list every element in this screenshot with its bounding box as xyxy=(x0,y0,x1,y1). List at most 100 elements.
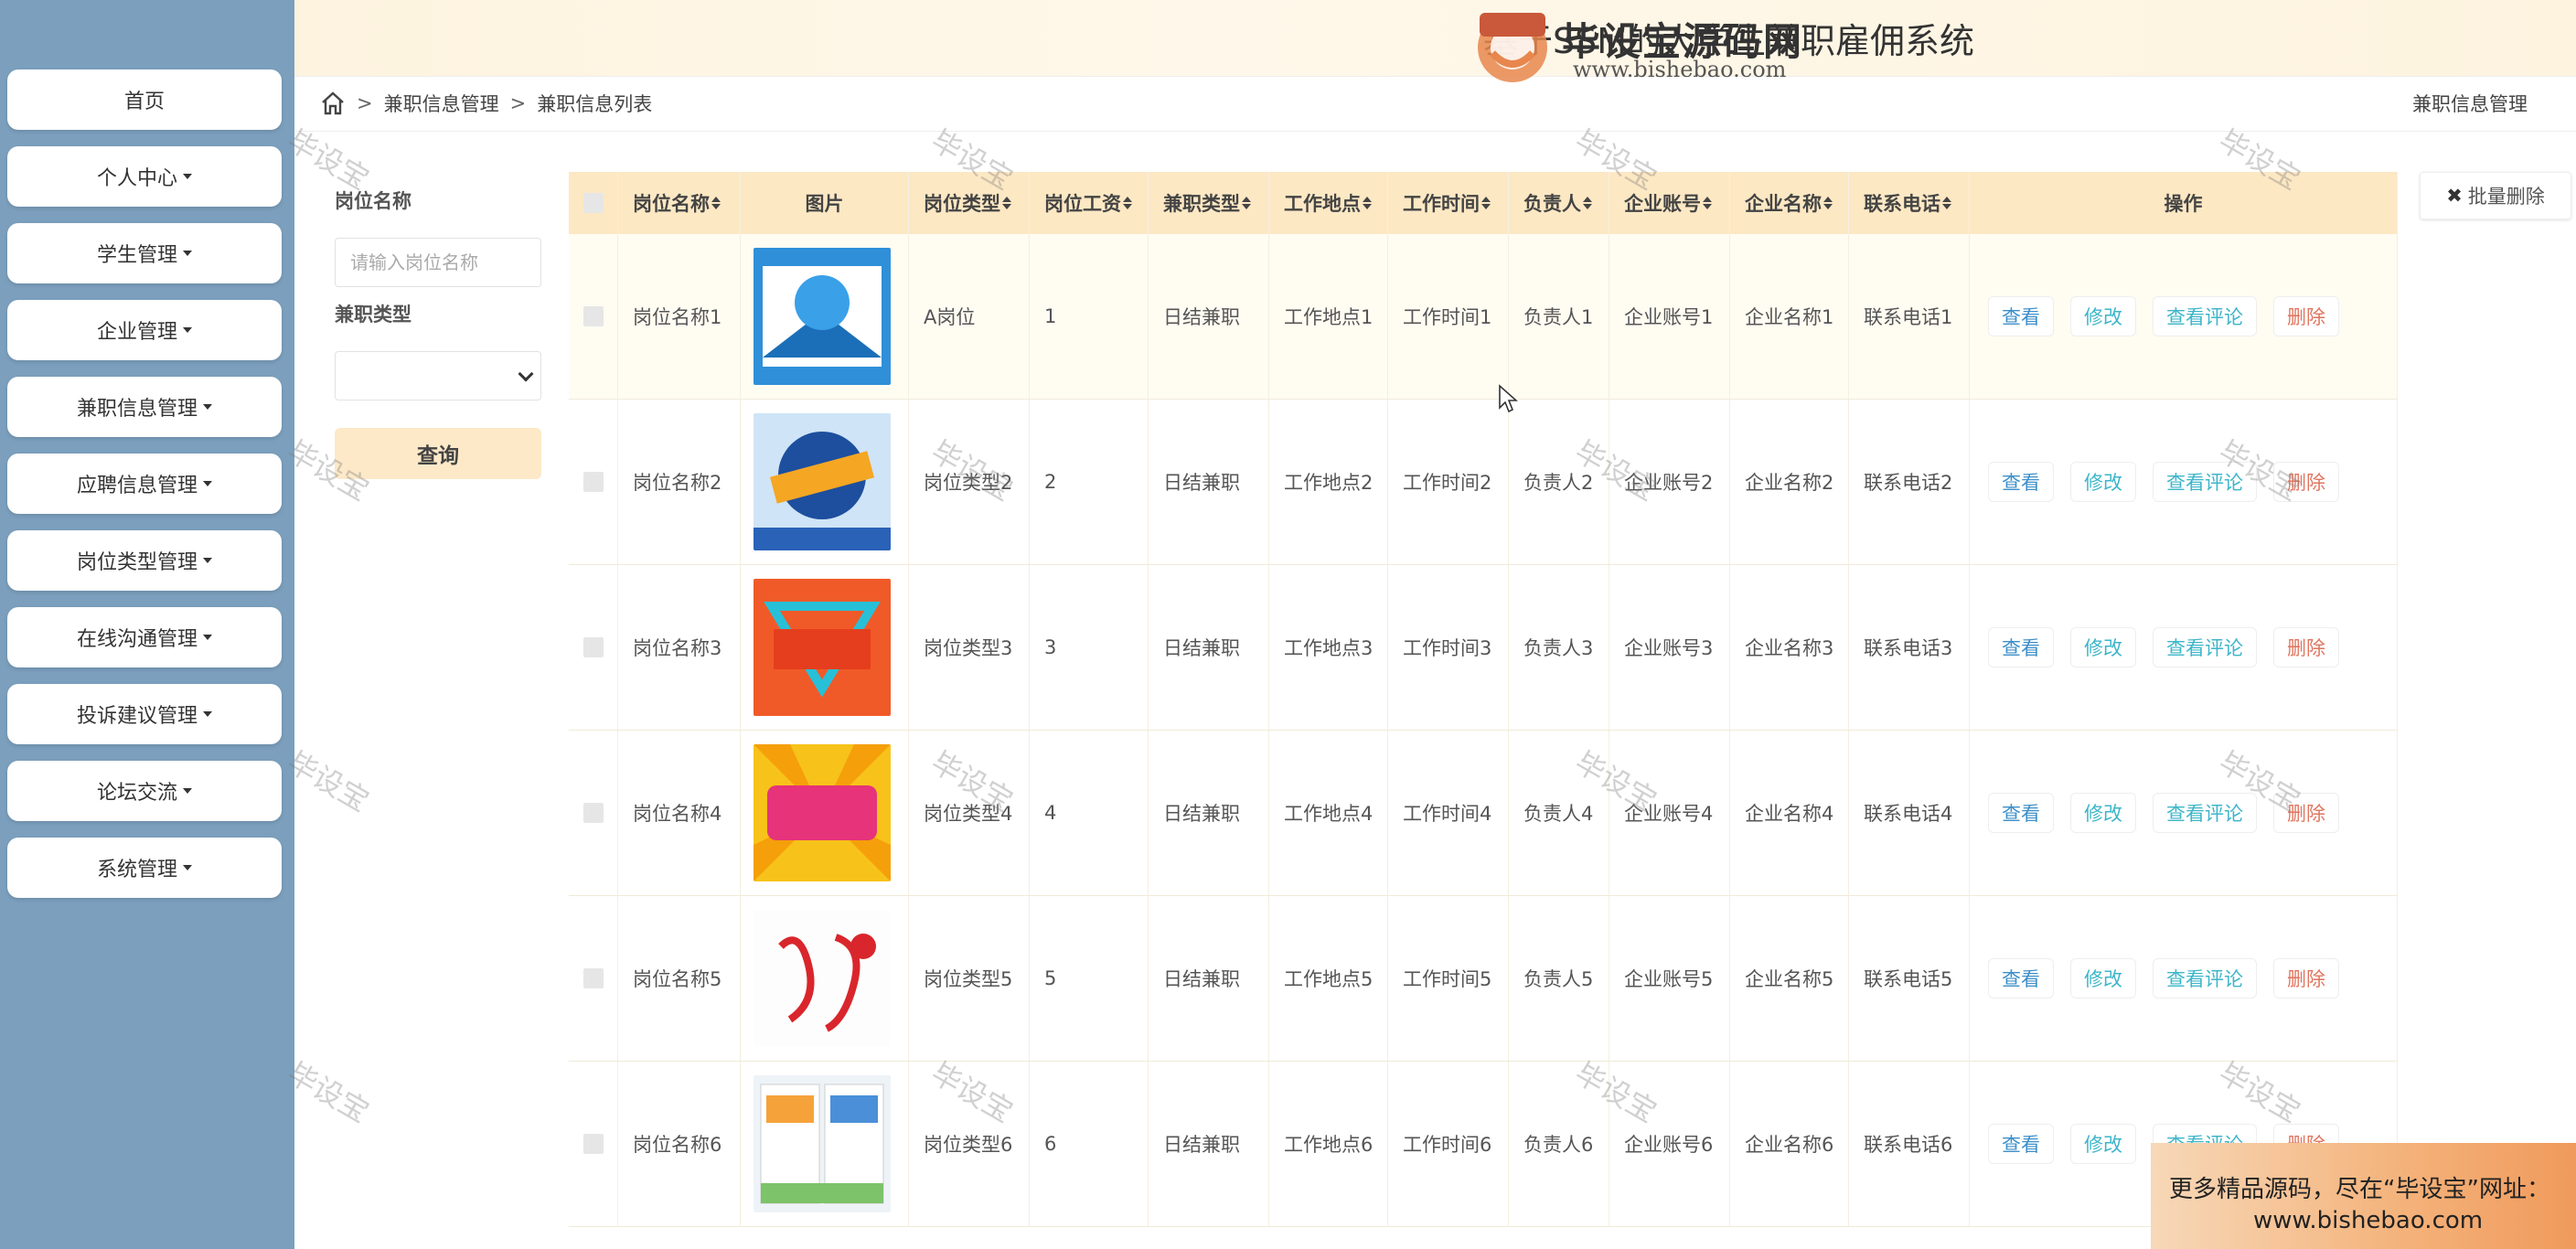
view-button[interactable]: 查看 xyxy=(1988,1124,2054,1164)
row-checkbox[interactable] xyxy=(583,968,604,988)
sort-icon[interactable] xyxy=(1363,197,1372,209)
home-icon[interactable] xyxy=(320,91,346,116)
position-name-input[interactable] xyxy=(335,238,541,287)
view-button[interactable]: 查看 xyxy=(1988,793,2054,833)
delete-button[interactable]: 删除 xyxy=(2273,627,2339,667)
sort-icon[interactable] xyxy=(1123,197,1132,209)
caret-down-icon xyxy=(203,711,212,717)
sidebar-item-10[interactable]: 系统管理 xyxy=(7,838,282,898)
view-comments-button[interactable]: 查看评论 xyxy=(2153,958,2257,998)
cell-type: 岗位类型3 xyxy=(909,565,1030,730)
sidebar-item-8[interactable]: 投诉建议管理 xyxy=(7,684,282,744)
sidebar-item-6[interactable]: 岗位类型管理 xyxy=(7,530,282,591)
row-checkbox[interactable] xyxy=(583,803,604,823)
column-header[interactable]: 负责人 xyxy=(1509,172,1609,234)
caret-down-icon xyxy=(203,635,212,640)
cell-image xyxy=(741,565,909,730)
cell-value: 工作时间3 xyxy=(1403,637,1492,659)
job-type-select[interactable] xyxy=(335,351,541,400)
column-header[interactable]: 企业账号 xyxy=(1609,172,1730,234)
sort-icon[interactable] xyxy=(1583,197,1592,209)
view-comments-button[interactable]: 查看评论 xyxy=(2153,296,2257,336)
edit-button[interactable]: 修改 xyxy=(2070,1124,2136,1164)
view-button[interactable]: 查看 xyxy=(1988,296,2054,336)
sidebar-item-4[interactable]: 兼职信息管理 xyxy=(7,377,282,437)
cell-value: 3 xyxy=(1044,636,1057,658)
cell-location: 工作地点4 xyxy=(1269,731,1388,895)
query-button[interactable]: 查询 xyxy=(335,428,541,479)
sort-icon[interactable] xyxy=(1942,197,1951,209)
table-row: 岗位名称2 岗位类型2 2 日结兼职 工作地点2 工作时间2 负责人2 企业账号2 企业名称2 联… xyxy=(569,400,2398,565)
select-all-checkbox[interactable] xyxy=(583,193,604,213)
sort-icon[interactable] xyxy=(1242,197,1251,209)
breadcrumb-item-manage[interactable]: 兼职信息管理 xyxy=(384,90,499,117)
cell-job-type: 日结兼职 xyxy=(1149,400,1269,564)
column-header[interactable]: 联系电话 xyxy=(1849,172,1970,234)
delete-button[interactable]: 删除 xyxy=(2273,958,2339,998)
cell-owner: 负责人4 xyxy=(1509,731,1609,895)
column-header[interactable]: 岗位名称 xyxy=(618,172,741,234)
cell-value: 企业名称5 xyxy=(1745,968,1834,990)
batch-delete-button[interactable]: ✖ 批量删除 xyxy=(2420,172,2571,219)
cell-value: 5 xyxy=(1044,967,1057,989)
view-button[interactable]: 查看 xyxy=(1988,958,2054,998)
job-image[interactable] xyxy=(754,1075,891,1212)
sidebar-item-2[interactable]: 学生管理 xyxy=(7,223,282,283)
logo-url: www.bishebao.com xyxy=(1573,57,1787,82)
sort-icon[interactable] xyxy=(711,197,721,209)
job-image[interactable] xyxy=(754,248,891,385)
row-checkbox[interactable] xyxy=(583,1134,604,1154)
promo-banner[interactable]: 更多精品源码，尽在“毕设宝”网址： www.bishebao.com xyxy=(2151,1143,2576,1249)
row-checkbox[interactable] xyxy=(583,306,604,326)
sort-icon[interactable] xyxy=(1823,197,1833,209)
view-comments-button[interactable]: 查看评论 xyxy=(2153,793,2257,833)
sort-icon[interactable] xyxy=(1703,197,1712,209)
cell-owner: 负责人2 xyxy=(1509,400,1609,564)
delete-button[interactable]: 删除 xyxy=(2273,793,2339,833)
edit-button[interactable]: 修改 xyxy=(2070,462,2136,502)
column-header[interactable]: 企业名称 xyxy=(1730,172,1849,234)
view-comments-button[interactable]: 查看评论 xyxy=(2153,462,2257,502)
cell-owner: 负责人1 xyxy=(1509,234,1609,399)
column-header[interactable]: 工作时间 xyxy=(1388,172,1509,234)
sidebar-item-3[interactable]: 企业管理 xyxy=(7,300,282,360)
sidebar-item-1[interactable]: 个人中心 xyxy=(7,146,282,207)
sidebar-item-9[interactable]: 论坛交流 xyxy=(7,761,282,821)
sidebar-item-7[interactable]: 在线沟通管理 xyxy=(7,607,282,667)
sort-icon[interactable] xyxy=(1002,197,1011,209)
breadcrumb-separator: > xyxy=(509,92,527,114)
column-header[interactable]: 工作地点 xyxy=(1269,172,1388,234)
promo-line-1: 更多精品源码，尽在“毕设宝”网址： xyxy=(2169,1176,2550,1203)
column-header[interactable]: 岗位类型 xyxy=(909,172,1030,234)
edit-button[interactable]: 修改 xyxy=(2070,296,2136,336)
cell-phone: 联系电话2 xyxy=(1849,400,1970,564)
edit-button[interactable]: 修改 xyxy=(2070,958,2136,998)
delete-button[interactable]: 删除 xyxy=(2273,296,2339,336)
job-image[interactable] xyxy=(754,910,891,1047)
type-label: 兼职类型 xyxy=(335,304,412,326)
sidebar-item-label: 个人中心 xyxy=(96,167,177,190)
sidebar-item-5[interactable]: 应聘信息管理 xyxy=(7,454,282,514)
job-image[interactable] xyxy=(754,579,891,716)
column-header-label: 负责人 xyxy=(1523,193,1581,215)
divider xyxy=(294,131,2576,132)
job-image[interactable] xyxy=(754,744,891,881)
job-image[interactable] xyxy=(754,413,891,550)
column-header[interactable]: 岗位工资 xyxy=(1030,172,1149,234)
delete-button[interactable]: 删除 xyxy=(2273,462,2339,502)
cell-value: 企业账号6 xyxy=(1624,1134,1714,1156)
sort-icon[interactable] xyxy=(1481,197,1491,209)
view-button[interactable]: 查看 xyxy=(1988,462,2054,502)
sidebar-item-0[interactable]: 首页 xyxy=(7,69,282,130)
cell-account: 企业账号1 xyxy=(1609,234,1730,399)
column-header[interactable]: 兼职类型 xyxy=(1149,172,1269,234)
edit-button[interactable]: 修改 xyxy=(2070,627,2136,667)
view-button[interactable]: 查看 xyxy=(1988,627,2054,667)
cell-value: 企业名称3 xyxy=(1745,637,1834,659)
view-comments-button[interactable]: 查看评论 xyxy=(2153,627,2257,667)
row-checkbox[interactable] xyxy=(583,472,604,492)
cell-value: 岗位名称6 xyxy=(633,1134,722,1156)
cell-type: A岗位 xyxy=(909,234,1030,399)
edit-button[interactable]: 修改 xyxy=(2070,793,2136,833)
row-checkbox[interactable] xyxy=(583,637,604,657)
